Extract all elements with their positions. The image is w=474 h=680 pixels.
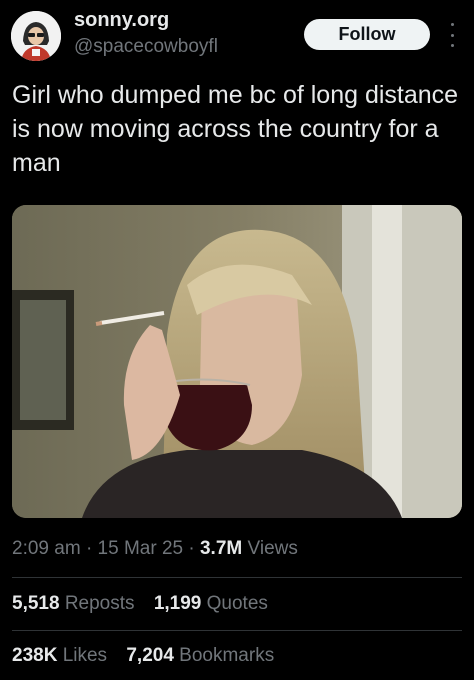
bookmarks-label: Bookmarks (179, 645, 275, 666)
engagement-row-1: 5,518 Reposts 1,199 Quotes (12, 593, 282, 615)
avatar-image (11, 11, 61, 61)
bookmarks-link[interactable]: 7,204 Bookmarks (126, 645, 274, 666)
tweet-date[interactable]: 15 Mar 25 (98, 538, 184, 559)
reposts-label: Reposts (64, 593, 135, 614)
tweet-text: Girl who dumped me bc of long distance i… (12, 81, 459, 177)
author-avatar[interactable] (11, 11, 61, 61)
follow-button[interactable]: Follow (304, 19, 430, 50)
views-label: Views (247, 538, 298, 559)
photo-woman-drinking-wine (12, 205, 462, 518)
reposts-link[interactable]: 5,518 Reposts (12, 593, 140, 614)
more-vertical-icon[interactable] (447, 23, 457, 47)
meta-separator: · (188, 538, 195, 559)
quotes-link[interactable]: 1,199 Quotes (154, 593, 268, 614)
bookmarks-count: 7,204 (126, 645, 174, 666)
quotes-count: 1,199 (153, 593, 202, 614)
meta-separator: · (85, 538, 93, 559)
tweet-time[interactable]: 2:09 am (12, 538, 81, 559)
likes-link[interactable]: 238K Likes (12, 645, 112, 666)
likes-label: Likes (62, 645, 108, 666)
divider (12, 630, 462, 631)
author-display-name[interactable]: sonny.org (74, 9, 169, 32)
tweet-media-photo[interactable] (12, 205, 462, 518)
divider (12, 577, 462, 578)
views-count: 3.7M (199, 538, 243, 559)
quotes-label: Quotes (206, 593, 268, 614)
likes-count: 238K (12, 645, 58, 666)
engagement-row-2: 238K Likes 7,204 Bookmarks (12, 645, 288, 667)
author-handle[interactable]: @spacecowboyfl (74, 36, 218, 58)
tweet-meta: 2:09 am · 15 Mar 25 · 3.7M Views (12, 538, 298, 560)
reposts-count: 5,518 (12, 593, 60, 614)
